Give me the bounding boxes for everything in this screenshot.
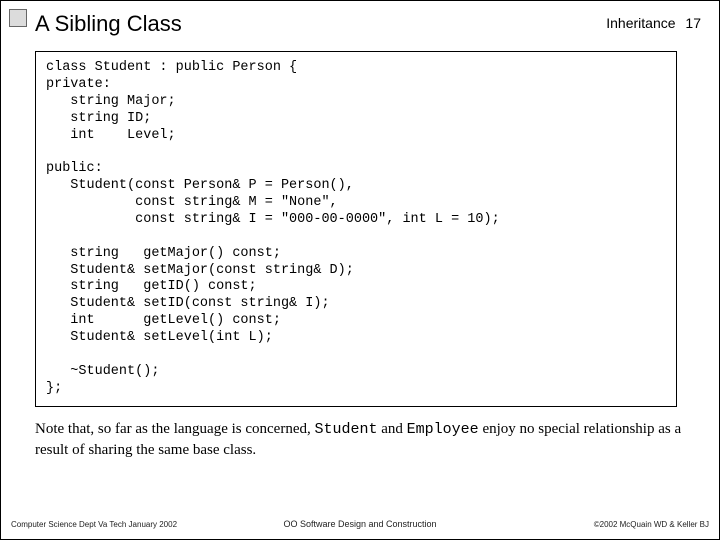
header-right: Inheritance 17 [606, 15, 701, 31]
note-code-student: Student [314, 421, 377, 438]
note-text: Note that, so far as the language is con… [35, 421, 314, 437]
code-block: class Student : public Person { private:… [35, 51, 677, 407]
note-code-employee: Employee [407, 421, 479, 438]
topic-label: Inheritance [606, 15, 675, 31]
footer-right: ©2002 McQuain WD & Keller BJ [594, 520, 709, 529]
slide-title: A Sibling Class [35, 11, 182, 37]
slide: A Sibling Class Inheritance 17 class Stu… [0, 0, 720, 540]
note-text: and [378, 421, 407, 437]
page-number: 17 [685, 15, 701, 31]
corner-decoration [9, 9, 27, 27]
note-paragraph: Note that, so far as the language is con… [35, 419, 683, 461]
